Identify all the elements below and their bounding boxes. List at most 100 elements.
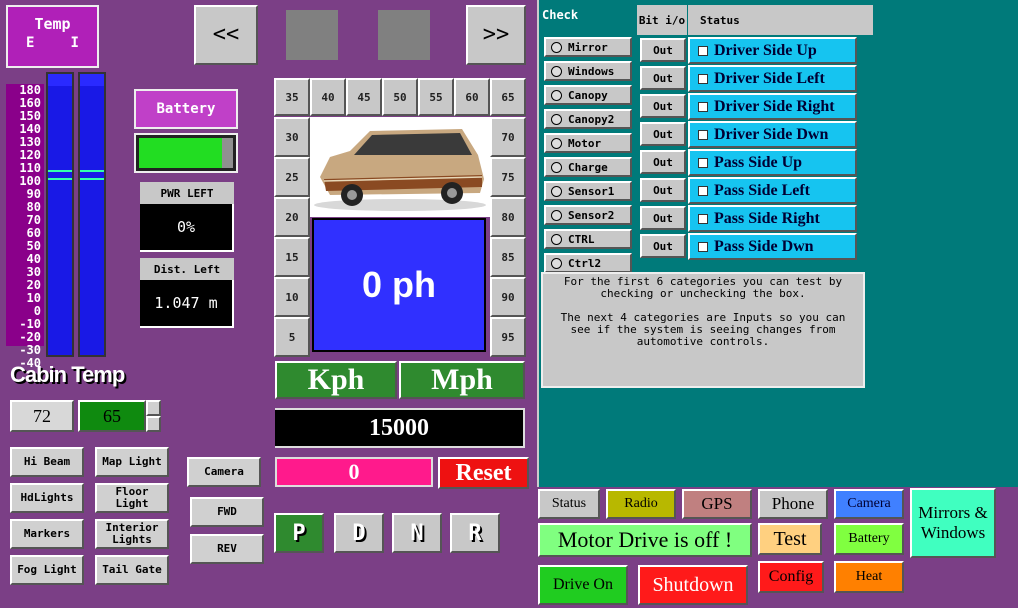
gear-r-button[interactable]: R — [450, 513, 500, 553]
radio-button[interactable] — [551, 113, 562, 125]
check-item-charge[interactable]: Charge — [544, 157, 632, 177]
check-item-sensor1[interactable]: Sensor1 — [544, 181, 632, 201]
check-item-canopy[interactable]: Canopy — [544, 85, 632, 105]
shutdown-button[interactable]: Shutdown — [638, 565, 748, 605]
status-item-pass-side-right[interactable]: Pass Side Right — [688, 205, 857, 232]
bit-io-out: Out — [640, 38, 686, 62]
speed-tick-45: 45 — [346, 78, 382, 116]
radio-button[interactable] — [551, 137, 562, 149]
speed-tick-40: 40 — [310, 78, 346, 116]
mirrors-windows-tab[interactable]: Mirrors & Windows — [910, 488, 996, 558]
markers-button[interactable]: Markers — [10, 519, 84, 549]
status-item-pass-side-left[interactable]: Pass Side Left — [688, 177, 857, 204]
status-item-driver-side-dwn[interactable]: Driver Side Dwn — [688, 121, 857, 148]
check-item-windows[interactable]: Windows — [544, 61, 632, 81]
status-tab[interactable]: Status — [538, 489, 600, 519]
test-button[interactable]: Test — [758, 523, 822, 555]
gear-n-button[interactable]: N — [392, 513, 442, 553]
fog-light-button[interactable]: Fog Light — [10, 555, 84, 585]
check-item-ctrl[interactable]: CTRL — [544, 229, 632, 249]
status-item-label: Driver Side Right — [714, 97, 835, 115]
cabin-temp-setpoint-a[interactable]: 72 — [10, 400, 74, 432]
stepper-up-button[interactable] — [146, 400, 161, 416]
check-item-label: Windows — [568, 64, 615, 78]
config-button[interactable]: Config — [758, 561, 824, 593]
reset-button[interactable]: Reset — [438, 457, 529, 489]
status-item-pass-side-up[interactable]: Pass Side Up — [688, 149, 857, 176]
speed-tick-10: 10 — [274, 277, 310, 317]
bit-io-out: Out — [640, 122, 686, 146]
cabin-temp-stepper[interactable] — [146, 400, 161, 432]
camera-tab[interactable]: Camera — [834, 489, 904, 519]
speed-tick-50: 50 — [382, 78, 418, 116]
rev-button[interactable]: REV — [190, 534, 264, 564]
check-item-label: CTRL — [568, 232, 595, 246]
floor-light-button[interactable]: Floor Light — [95, 483, 169, 513]
gps-tab[interactable]: GPS — [682, 489, 752, 519]
status-item-driver-side-up[interactable]: Driver Side Up — [688, 37, 857, 64]
status-item-label: Driver Side Up — [714, 41, 817, 59]
kph-button[interactable]: Kph — [275, 361, 397, 399]
bit-io-out: Out — [640, 178, 686, 202]
heat-tab[interactable]: Heat — [834, 561, 904, 593]
check-item-canopy2[interactable]: Canopy2 — [544, 109, 632, 129]
status-checkbox[interactable] — [698, 157, 708, 168]
radio-button[interactable] — [551, 161, 562, 173]
gauge-bar-1 — [46, 72, 74, 357]
pwr-left-value: 0% — [140, 204, 234, 252]
motor-drive-status: Motor Drive is off ! — [538, 523, 752, 557]
check-item-label: Ctrl2 — [568, 256, 602, 270]
radio-tab[interactable]: Radio — [606, 489, 676, 519]
speed-tick-80: 80 — [490, 197, 526, 237]
speed-tick-55: 55 — [418, 78, 454, 116]
radio-button[interactable] — [551, 233, 562, 245]
status-item-driver-side-left[interactable]: Driver Side Left — [688, 65, 857, 92]
status-checkbox[interactable] — [698, 129, 708, 140]
tail-gate-button[interactable]: Tail Gate — [95, 555, 169, 585]
battery-tab[interactable]: Battery — [834, 523, 904, 555]
radio-button[interactable] — [551, 257, 562, 269]
camera-button[interactable]: Camera — [187, 457, 261, 487]
status-checkbox[interactable] — [698, 241, 708, 252]
radio-button[interactable] — [551, 89, 562, 101]
gear-d-button[interactable]: D — [334, 513, 384, 553]
check-item-sensor2[interactable]: Sensor2 — [544, 205, 632, 225]
temp-i-label: I — [70, 35, 79, 51]
status-checkbox[interactable] — [698, 185, 708, 196]
bit-io-out: Out — [640, 206, 686, 230]
fwd-button[interactable]: FWD — [190, 497, 264, 527]
cabin-temp-setpoint-b[interactable]: 65 — [78, 400, 146, 432]
speed-tick-65: 65 — [490, 78, 526, 116]
status-checkbox[interactable] — [698, 213, 708, 224]
pwr-left-label: PWR LEFT — [140, 182, 234, 204]
speed-tick-90: 90 — [490, 277, 526, 317]
status-checkbox[interactable] — [698, 101, 708, 112]
interior-lights-button[interactable]: Interior Lights — [95, 519, 169, 549]
drive-on-button[interactable]: Drive On — [538, 565, 628, 605]
status-item-driver-side-right[interactable]: Driver Side Right — [688, 93, 857, 120]
hdlights-button[interactable]: HdLights — [10, 483, 84, 513]
cabin-temp-title: Cabin Temp — [10, 362, 125, 387]
radio-button[interactable] — [551, 185, 562, 197]
prev-button[interactable]: << — [194, 5, 258, 65]
status-item-pass-side-dwn[interactable]: Pass Side Dwn — [688, 233, 857, 260]
gauge-marker-1 — [48, 170, 72, 180]
radio-button[interactable] — [551, 65, 562, 77]
map-light-button[interactable]: Map Light — [95, 447, 169, 477]
check-item-motor[interactable]: Motor — [544, 133, 632, 153]
radio-button[interactable] — [551, 41, 562, 53]
next-button[interactable]: >> — [466, 5, 526, 65]
status-checkbox[interactable] — [698, 45, 708, 56]
hi-beam-button[interactable]: Hi Beam — [10, 447, 84, 477]
temp-title: Temp — [34, 15, 71, 33]
check-item-mirror[interactable]: Mirror — [544, 37, 632, 57]
stepper-down-button[interactable] — [146, 416, 161, 432]
status-checkbox[interactable] — [698, 73, 708, 84]
mph-button[interactable]: Mph — [399, 361, 525, 399]
gear-p-button[interactable]: P — [274, 513, 324, 553]
radio-button[interactable] — [551, 209, 562, 221]
bit-io-out: Out — [640, 94, 686, 118]
help-text-2: The next 4 categories are Inputs so you … — [560, 311, 846, 348]
check-item-ctrl2[interactable]: Ctrl2 — [544, 253, 632, 273]
phone-tab[interactable]: Phone — [758, 489, 828, 519]
